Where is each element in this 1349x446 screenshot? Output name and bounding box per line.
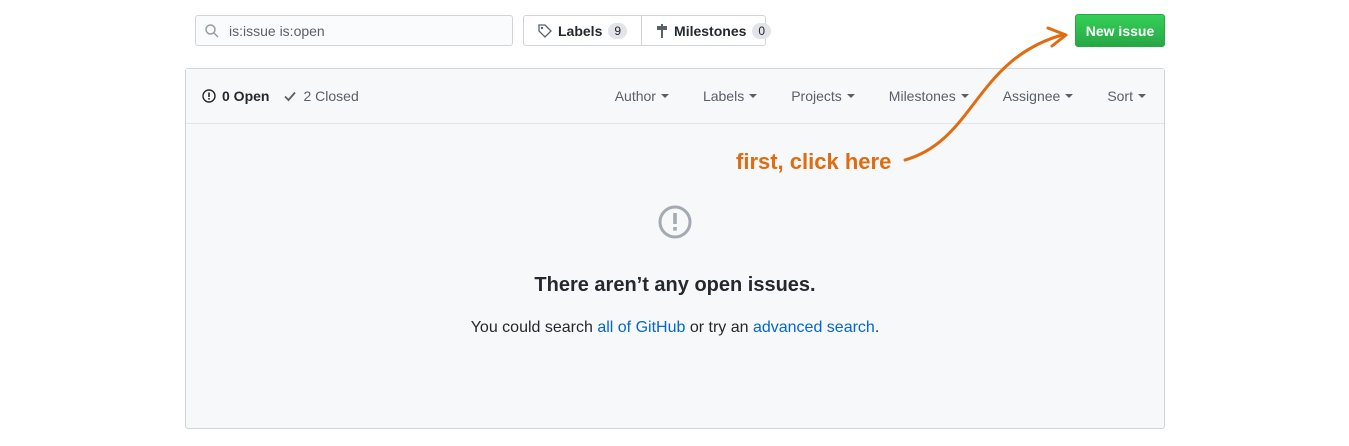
issues-list-box: 0 Open 2 Closed Author Labels Projects M…: [185, 68, 1165, 429]
labels-link[interactable]: Labels 9: [524, 16, 641, 45]
filter-bar: Author Labels Projects Milestones Assign…: [581, 69, 1146, 123]
chevron-down-icon: [960, 94, 969, 98]
labels-label: Labels: [558, 22, 603, 39]
labels-milestones-nav: Labels 9 Milestones 0: [523, 15, 772, 46]
chevron-down-icon: [749, 94, 758, 98]
search-input[interactable]: [227, 21, 491, 40]
filter-projects-label: Projects: [791, 88, 842, 104]
filter-milestones-label: Milestones: [888, 88, 956, 104]
filter-sort[interactable]: Sort: [1107, 88, 1146, 104]
filter-projects[interactable]: Projects: [791, 88, 855, 104]
open-issues-label: 0 Open: [222, 88, 270, 104]
chevron-down-icon: [660, 94, 669, 98]
search-bar[interactable]: [195, 15, 513, 46]
search-icon: [205, 23, 219, 38]
advanced-search-link[interactable]: advanced search: [753, 319, 875, 336]
blankslate-title: There aren’t any open issues.: [534, 274, 816, 296]
milestones-link[interactable]: Milestones 0: [641, 16, 785, 45]
issues-header: 0 Open 2 Closed Author Labels Projects M…: [186, 69, 1164, 124]
blankslate-text-after: .: [874, 319, 880, 336]
check-icon: [283, 89, 297, 103]
filter-labels[interactable]: Labels: [702, 88, 758, 104]
closed-issues-tab[interactable]: 2 Closed: [283, 88, 359, 104]
filter-milestones[interactable]: Milestones: [889, 88, 969, 104]
annotation-text: first, click here: [736, 149, 892, 174]
open-issues-tab[interactable]: 0 Open: [202, 88, 269, 104]
new-issue-button[interactable]: New issue: [1075, 14, 1165, 47]
filter-assignee[interactable]: Assignee: [1003, 88, 1074, 104]
labels-count: 9: [608, 22, 628, 39]
chevron-down-icon: [1065, 94, 1074, 98]
filter-author-label: Author: [614, 88, 656, 104]
chevron-down-icon: [846, 94, 855, 98]
closed-issues-label: 2 Closed: [303, 88, 359, 104]
milestones-label: Milestones: [674, 22, 747, 39]
issue-opened-icon: [202, 89, 216, 103]
filter-author[interactable]: Author: [615, 88, 669, 104]
filter-sort-label: Sort: [1107, 88, 1133, 104]
milestones-count: 0: [752, 22, 772, 39]
blankslate-text-middle: or try an: [685, 319, 753, 336]
blankslate-text: You could search all of GitHub or try an…: [186, 319, 1164, 337]
tag-icon: [538, 23, 552, 38]
issue-opened-icon: [658, 205, 692, 244]
milestone-icon: [656, 23, 668, 38]
blankslate-text-before: You could search: [470, 319, 598, 336]
filter-labels-label: Labels: [702, 88, 745, 104]
filter-assignee-label: Assignee: [1002, 88, 1061, 104]
all-of-github-link[interactable]: all of GitHub: [597, 319, 685, 336]
chevron-down-icon: [1138, 94, 1146, 98]
